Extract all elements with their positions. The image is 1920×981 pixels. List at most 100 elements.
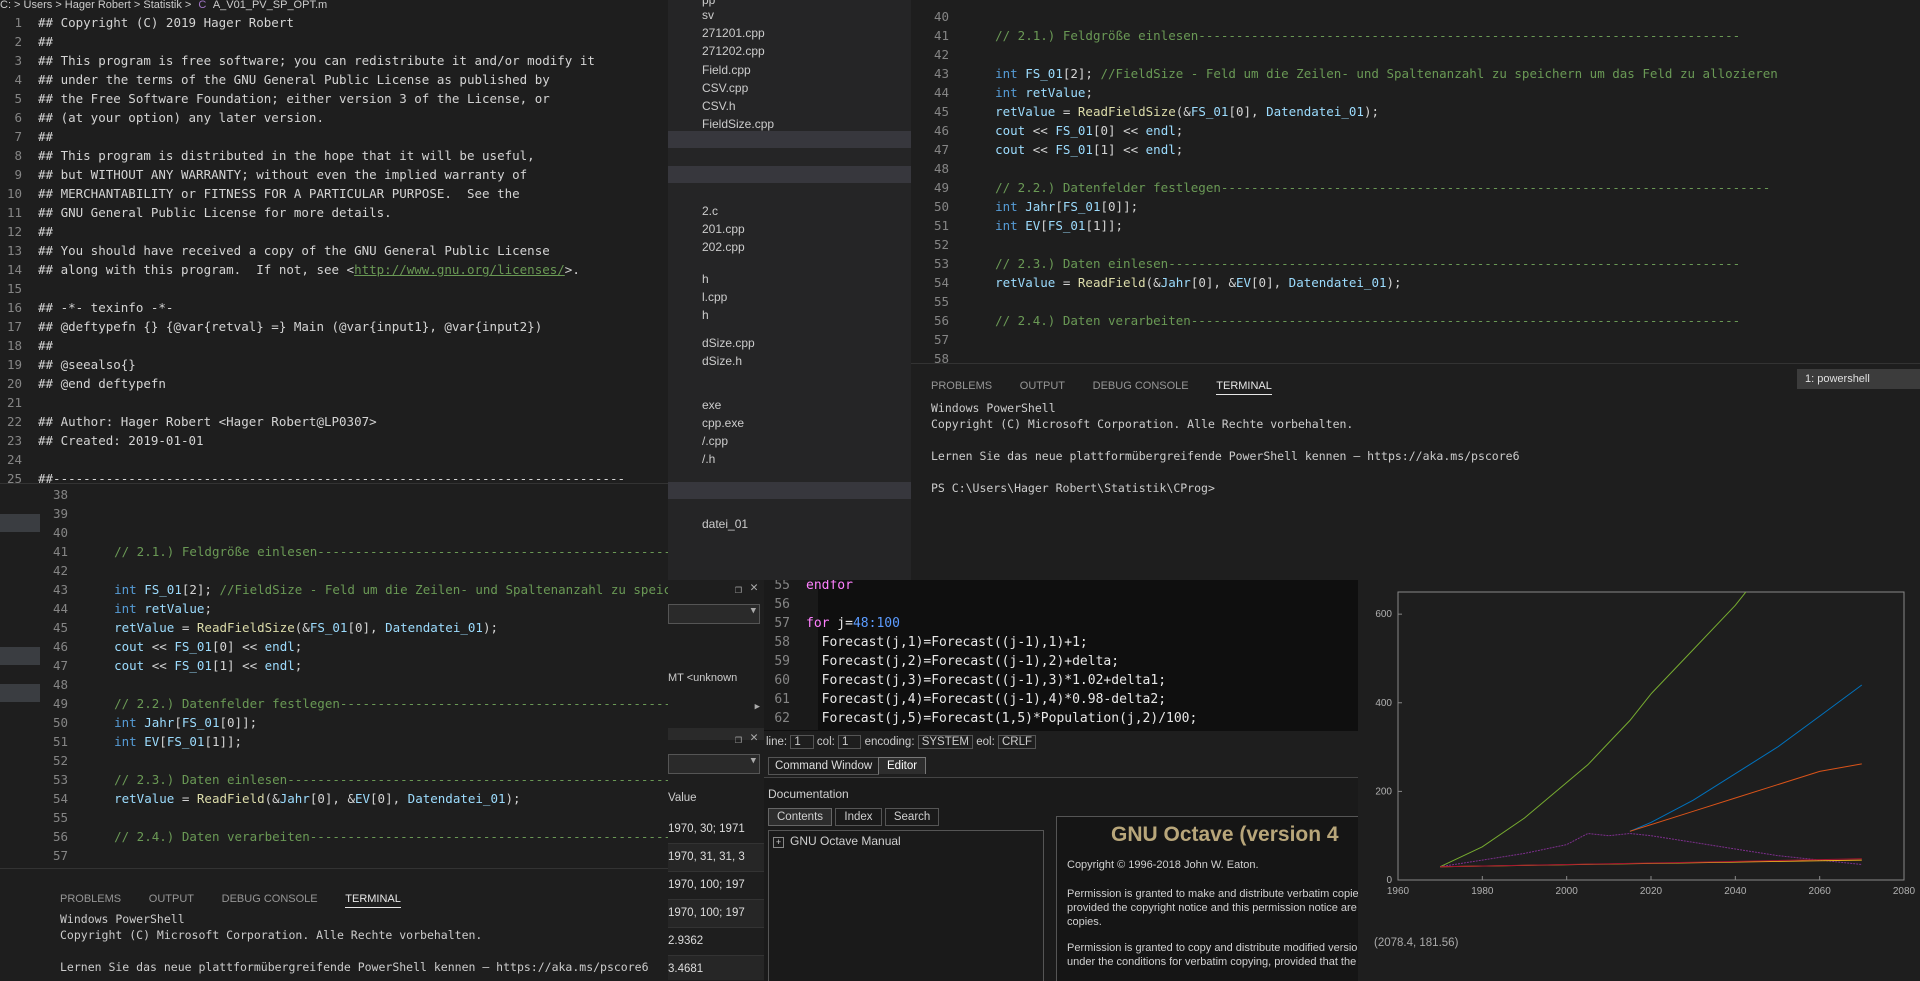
octave-line[interactable]: 61 Forecast(j,4)=Forecast((j-1),4)*0.98-… (764, 690, 1358, 709)
filter-combo[interactable]: ▼ (668, 604, 760, 624)
cpp2-line[interactable]: 46 cout << FS_01[0] << endl; (42, 637, 668, 656)
cpp2-line[interactable]: 54 retValue = ReadField(&Jahr[0], &EV[0]… (42, 789, 668, 808)
file-item[interactable]: 2.c (702, 202, 718, 220)
cpp2-line[interactable]: 57 (42, 846, 668, 865)
cpp-line[interactable]: 58 (911, 349, 1920, 363)
license-line[interactable]: 21 (0, 393, 668, 412)
tab-terminal[interactable]: TERMINAL (1216, 380, 1272, 395)
cpp-line[interactable]: 56 // 2.4.) Daten verarbeiten-----------… (911, 311, 1920, 330)
cpp2-line[interactable]: 44 int retValue; (42, 599, 668, 618)
tab-debug-console-2[interactable]: DEBUG CONSOLE (222, 893, 318, 905)
tab-debug-console[interactable]: DEBUG CONSOLE (1093, 380, 1189, 392)
license-line[interactable]: 24 (0, 450, 668, 469)
license-line[interactable]: 10 ## MERCHANTABILITY or FITNESS FOR A PA… (0, 184, 668, 203)
cpp2-line[interactable]: 48 (42, 675, 668, 694)
cpp2-line[interactable]: 52 (42, 751, 668, 770)
tab-command-window[interactable]: Command Window (768, 757, 880, 775)
cpp2-line[interactable]: 38 (42, 485, 668, 504)
file-item[interactable]: 271202.cpp (702, 42, 765, 60)
octave-line[interactable]: 56 (764, 595, 1358, 614)
file-item[interactable]: exe (702, 396, 721, 414)
cpp2-line[interactable]: 47 cout << FS_01[1] << endl; (42, 656, 668, 675)
octave-line[interactable]: 60 Forecast(j,3)=Forecast((j-1),3)*1.02+… (764, 671, 1358, 690)
cpp-line[interactable]: 53 // 2.3.) Daten einlesen--------------… (911, 254, 1920, 273)
file-item[interactable]: l.cpp (702, 288, 727, 306)
cpp-line[interactable]: 47 cout << FS_01[1] << endl; (911, 140, 1920, 159)
workspace-value[interactable]: 1970, 100; 197 (668, 900, 764, 928)
license-line[interactable]: 11 ## GNU General Public License for more… (0, 203, 668, 222)
breadcrumb-file[interactable]: A_V01_PV_SP_OPT.m (213, 0, 327, 11)
restore-icon-2[interactable]: ❐ (735, 732, 742, 746)
file-item[interactable]: datei_01 (702, 515, 748, 533)
file-item[interactable]: /.cpp (702, 432, 728, 450)
cpp2-line[interactable]: 40 (42, 523, 668, 542)
tab-problems[interactable]: PROBLEMS (931, 380, 992, 392)
cpp-line[interactable]: 48 (911, 159, 1920, 178)
license-line[interactable]: 19 ## @seealso{} (0, 355, 668, 374)
close-icon-2[interactable]: ✕ (750, 730, 758, 745)
file-item[interactable]: dSize.h (702, 352, 742, 370)
license-line[interactable]: 2 ## (0, 32, 668, 51)
file-item[interactable]: CSV.h (702, 97, 736, 115)
restore-icon[interactable]: ❐ (735, 582, 742, 596)
tab-output-2[interactable]: OUTPUT (149, 893, 194, 905)
file-item[interactable]: 271201.cpp (702, 24, 765, 42)
tab-output[interactable]: OUTPUT (1020, 380, 1065, 392)
license-line[interactable]: 14 ## along with this program. If not, se… (0, 260, 668, 279)
cpp2-line[interactable]: 45 retValue = ReadFieldSize(&FS_01[0], D… (42, 618, 668, 637)
license-line[interactable]: 18 ## (0, 336, 668, 355)
cpp-line[interactable]: 54 retValue = ReadField(&Jahr[0], &EV[0]… (911, 273, 1920, 292)
tab-contents[interactable]: Contents (768, 808, 833, 826)
workspace-value[interactable]: 1970, 100; 197 (668, 872, 764, 900)
cpp-line[interactable]: 55 (911, 292, 1920, 311)
cpp-line[interactable]: 42 (911, 45, 1920, 64)
filter-combo-2[interactable]: ▼ (668, 754, 760, 774)
cpp2-line[interactable]: 43 int FS_01[2]; //FieldSize - Feld um d… (42, 580, 668, 599)
cpp-line[interactable]: 57 (911, 330, 1920, 349)
terminal-output-2[interactable]: Windows PowerShell Copyright (C) Microsof… (60, 911, 649, 981)
cpp2-line[interactable]: 49 // 2.2.) Datenfelder festlegen-------… (42, 694, 668, 713)
terminal-output[interactable]: Windows PowerShell Copyright (C) Microsof… (931, 400, 1520, 496)
terminal-select[interactable]: 1: powershell (1797, 369, 1920, 389)
file-item[interactable]: dSize.cpp (702, 334, 755, 352)
license-line[interactable]: 12 ## (0, 222, 668, 241)
octave-line[interactable]: 62 Forecast(j,5)=Forecast(1,5)*Populatio… (764, 709, 1358, 728)
file-item[interactable]: Field.cpp (702, 61, 751, 79)
cpp-code-bottom[interactable]: 38 39 40 41 // 2.1.) Feldgröße einlesen----… (42, 485, 668, 869)
cpp2-line[interactable]: 42 (42, 561, 668, 580)
tab-search[interactable]: Search (884, 808, 940, 826)
cpp-line[interactable]: 49 // 2.2.) Datenfelder festlegen-------… (911, 178, 1920, 197)
tab-index[interactable]: Index (835, 808, 882, 826)
cpp-line[interactable]: 44 int retValue; (911, 83, 1920, 102)
tab-problems-2[interactable]: PROBLEMS (60, 893, 121, 905)
tab-terminal-2[interactable]: TERMINAL (345, 893, 401, 908)
license-code[interactable]: 1 ## Copyright (C) 2019 Hager Robert 2 ## 3 #… (0, 13, 668, 483)
cpp-line[interactable]: 43 int FS_01[2]; //FieldSize - Feld um d… (911, 64, 1920, 83)
license-line[interactable]: 13 ## You should have received a copy of … (0, 241, 668, 260)
license-line[interactable]: 9 ## but WITHOUT ANY WARRANTY; without ev… (0, 165, 668, 184)
file-item[interactable]: 202.cpp (702, 238, 745, 256)
workspace-value[interactable]: 2.9362 (668, 928, 764, 956)
cpp-line[interactable]: 46 cout << FS_01[0] << endl; (911, 121, 1920, 140)
scroll-right-icon[interactable]: ▶ (755, 702, 760, 712)
workspace-value[interactable]: 1970, 31, 31, 3 (668, 844, 764, 872)
file-item[interactable]: sv (702, 6, 714, 24)
cpp-line[interactable]: 52 (911, 235, 1920, 254)
license-line[interactable]: 16 ## -*- texinfo -*- (0, 298, 668, 317)
cpp2-line[interactable]: 41 // 2.1.) Feldgröße einlesen----------… (42, 542, 668, 561)
cpp2-line[interactable]: 51 int EV[FS_01[1]]; (42, 732, 668, 751)
workspace-value[interactable]: 1970, 30; 1971 (668, 816, 764, 844)
forecast-plot[interactable]: 1960 1980 2000 2020 2040 2060 2080 0 200 400 600 (1358, 580, 1920, 950)
cpp2-line[interactable]: 53 // 2.3.) Daten einlesen--------------… (42, 770, 668, 789)
octave-code[interactable]: 55 endfor 56 57 for j=48:100 58 Forecast(j,1)… (764, 580, 1358, 728)
license-line[interactable]: 22 ## Author: Hager Robert <Hager Robert@… (0, 412, 668, 431)
cpp-line[interactable]: 51 int EV[FS_01[1]]; (911, 216, 1920, 235)
license-line[interactable]: 15 (0, 279, 668, 298)
cpp-code[interactable]: 40 41 // 2.1.) Feldgröße einlesen--------… (911, 7, 1920, 363)
license-line[interactable]: 7 ## (0, 127, 668, 146)
license-line[interactable]: 1 ## Copyright (C) 2019 Hager Robert (0, 13, 668, 32)
file-item[interactable]: /.h (702, 450, 715, 468)
license-line[interactable]: 25 ##------------------------------------… (0, 469, 668, 483)
file-item[interactable]: h (702, 306, 709, 324)
close-icon[interactable]: ✕ (750, 580, 758, 595)
